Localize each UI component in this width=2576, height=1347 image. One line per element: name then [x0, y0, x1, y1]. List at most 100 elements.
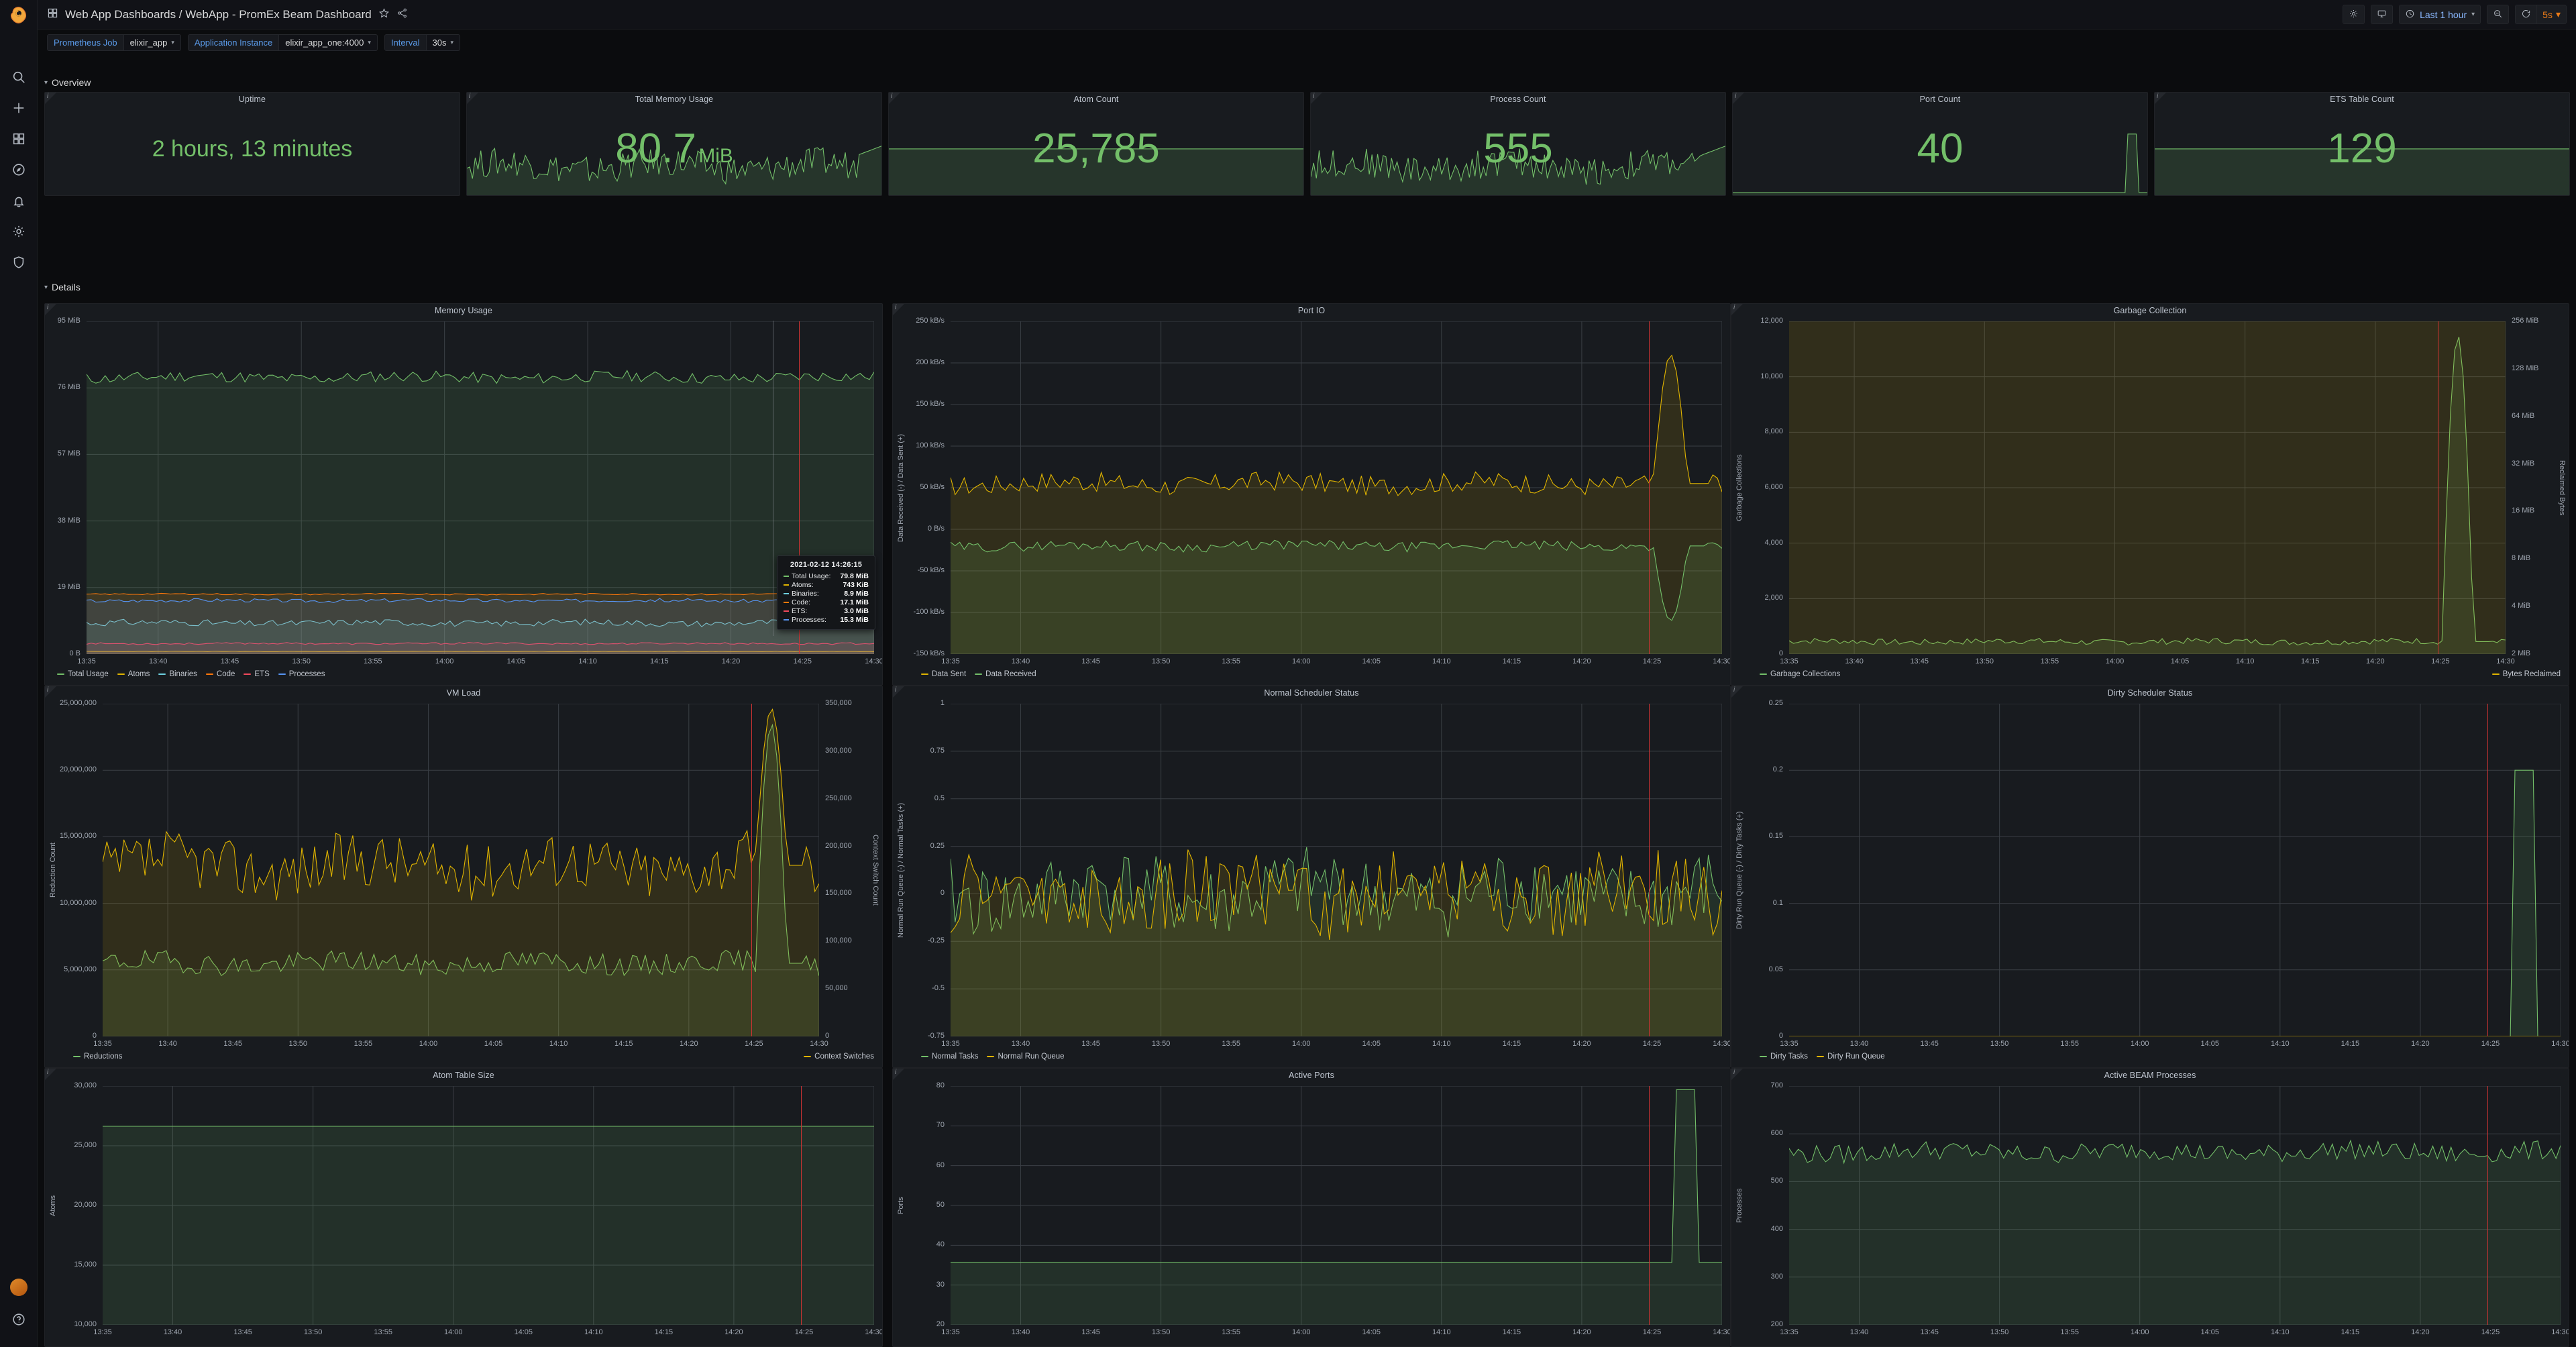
stat-panel-uptime[interactable]: i Uptime 2 hours, 13 minutes — [44, 92, 460, 196]
panel-description-icon[interactable]: i — [469, 93, 470, 100]
sidebar-item-dashboards[interactable] — [0, 125, 38, 156]
legend-item[interactable]: ETS — [244, 670, 270, 678]
plot-area[interactable]: Atoms 10,000 15,000 20,000 25,000 30,000 13:35… — [45, 1069, 882, 1346]
graph-panel-dirty-scheduler-status[interactable]: i Dirty Scheduler Status Dirty Run Queue (… — [1731, 686, 2569, 1068]
x-axis-tick: 14:05 — [514, 1328, 533, 1336]
refresh-dashboard-button[interactable] — [2515, 5, 2537, 24]
panel-title[interactable]: Process Count — [1311, 95, 1725, 104]
sidebar-item-create[interactable] — [0, 94, 38, 125]
legend-item[interactable]: Context Switches — [804, 1053, 874, 1061]
panel-description-icon[interactable]: i — [47, 686, 48, 694]
share-icon[interactable] — [396, 7, 408, 22]
time-range-picker[interactable]: Last 1 hour ▾ — [2399, 5, 2481, 24]
panel-description-icon[interactable]: i — [47, 93, 48, 100]
panel-description-icon[interactable]: i — [1313, 93, 1314, 100]
panel-title[interactable]: Atom Count — [889, 95, 1303, 104]
grafana-logo[interactable] — [0, 0, 38, 30]
panel-description-icon[interactable]: i — [1733, 304, 1735, 311]
legend-item[interactable]: Data Received — [975, 670, 1036, 678]
sidebar-item-search[interactable] — [0, 63, 38, 94]
row-header-overview[interactable]: ▾ Overview — [44, 75, 91, 90]
x-axis-tick: 14:30 — [865, 1328, 883, 1336]
legend-item[interactable]: Garbage Collections — [1760, 670, 1840, 678]
legend-item[interactable]: Bytes Reclaimed — [2491, 670, 2561, 678]
graph-panel-active-beam-processes[interactable]: i Active BEAM Processes Processes 200 300 400… — [1731, 1068, 2569, 1347]
sidebar-item-alerting[interactable] — [0, 186, 38, 217]
plot-area[interactable]: Dirty Run Queue (-) / Dirty Tasks (+) 0 0.… — [1731, 686, 2569, 1067]
panel-description-icon[interactable]: i — [1735, 93, 1736, 100]
x-axis-tick: 14:00 — [2105, 657, 2125, 665]
panel-description-icon[interactable]: i — [2157, 93, 2158, 100]
y-axis-tick: 95 MiB — [57, 317, 80, 325]
plot-area[interactable]: 0 B 19 MiB 38 MiB 57 MiB 76 MiB 95 MiB 13:35 13… — [45, 304, 882, 685]
graph-panel-garbage-collection[interactable]: i Garbage Collection Garbage Collections Re… — [1731, 303, 2569, 686]
plot-area[interactable]: Normal Run Queue (-) / Normal Tasks (+) -… — [893, 686, 1730, 1067]
panel-description-icon[interactable]: i — [895, 686, 896, 694]
panel-description-icon[interactable]: i — [47, 1069, 48, 1076]
legend-item[interactable]: Data Sent — [921, 670, 966, 678]
panel-description-icon[interactable]: i — [47, 304, 48, 311]
graph-panel-memory-usage[interactable]: i Memory Usage 0 B 19 MiB 38 MiB 57 MiB 76 MiB… — [44, 303, 883, 686]
legend-item[interactable]: Dirty Run Queue — [1817, 1053, 1885, 1061]
y-axis-tick: 19 MiB — [57, 582, 80, 591]
legend-item[interactable]: Normal Run Queue — [987, 1053, 1065, 1061]
graph-panel-normal-scheduler-status[interactable]: i Normal Scheduler Status Normal Run Queue… — [892, 686, 1731, 1068]
panel-description-icon[interactable]: i — [895, 304, 896, 311]
stat-panel-total-memory-usage[interactable]: i Total Memory Usage 80.7 MiB — [466, 92, 882, 196]
legend: Bytes Reclaimed — [2491, 670, 2561, 678]
page-title[interactable]: Web App Dashboards / WebApp - PromEx Bea… — [65, 8, 372, 21]
variable-value-dropdown[interactable]: elixir_app_one:4000 ▾ — [279, 34, 378, 51]
sidebar-item-configuration[interactable] — [0, 217, 38, 248]
y-axis-tick: 700 — [1770, 1081, 1783, 1089]
refresh-interval-picker[interactable]: 5s ▾ — [2536, 5, 2567, 24]
legend-item[interactable]: Atoms — [117, 670, 150, 678]
tooltip-series-value: 743 KiB — [843, 580, 869, 589]
plot-area[interactable]: Processes 200 300 400 500 600 700 13:35 13:40 13:… — [1731, 1069, 2569, 1346]
legend-item[interactable]: Binaries — [158, 670, 197, 678]
graph-panel-port-io[interactable]: i Port IO Data Received (-) / Data Sent (+… — [892, 303, 1731, 686]
stat-panel-port-count[interactable]: i Port Count 40 — [1732, 92, 2148, 196]
panel-title[interactable]: Port Count — [1733, 95, 2147, 104]
legend-item[interactable]: Dirty Tasks — [1760, 1053, 1808, 1061]
kiosk-mode-button[interactable] — [2371, 5, 2394, 24]
plot-area[interactable]: Reduction Count Context Switch Count 0 5,00… — [45, 686, 882, 1067]
y-axis-tick: 0.25 — [1768, 699, 1783, 707]
sidebar-item-help[interactable] — [0, 1305, 38, 1336]
variable-value-dropdown[interactable]: elixir_app ▾ — [123, 34, 181, 51]
variable-label: Prometheus Job — [47, 34, 124, 51]
legend-item[interactable]: Total Usage — [57, 670, 109, 678]
legend-item[interactable]: Code — [205, 670, 235, 678]
plot-area[interactable]: Ports 20 30 40 50 60 70 80 13:35 13:40 13:45 13:50 1… — [893, 1069, 1730, 1346]
sidebar-item-explore[interactable] — [0, 156, 38, 186]
stat-panel-process-count[interactable]: i Process Count 555 — [1310, 92, 1726, 196]
panel-description-icon[interactable]: i — [895, 1069, 896, 1076]
tooltip-row: Processes: 15.3 MiB — [784, 615, 869, 624]
panel-title[interactable]: Total Memory Usage — [467, 95, 881, 104]
panel-description-icon[interactable]: i — [891, 93, 892, 100]
stat-panel-atom-count[interactable]: i Atom Count 25,785 — [888, 92, 1304, 196]
panel-title[interactable]: ETS Table Count — [2155, 95, 2569, 104]
legend-item[interactable]: Normal Tasks — [921, 1053, 978, 1061]
panel-description-icon[interactable]: i — [1733, 686, 1735, 694]
row-header-details[interactable]: ▾ Details — [44, 280, 80, 294]
graph-panel-active-ports[interactable]: i Active Ports Ports 20 30 40 50 60 70 80 13:35 13:… — [892, 1068, 1731, 1347]
legend-item[interactable]: Processes — [278, 670, 325, 678]
variable-value-dropdown[interactable]: 30s ▾ — [426, 34, 460, 51]
zoom-out-time-range-button[interactable] — [2487, 5, 2510, 24]
legend-item[interactable]: Reductions — [73, 1053, 123, 1061]
plot-area[interactable]: Garbage Collections Reclaimed Bytes 0 2,000… — [1731, 304, 2569, 685]
sidebar-item-server-admin[interactable] — [0, 248, 38, 279]
stat-panel-ets-table-count[interactable]: i ETS Table Count 129 — [2154, 92, 2570, 196]
avatar[interactable] — [9, 1279, 28, 1296]
graph-panel-vm-load[interactable]: i VM Load Reduction Count Context Switch Co… — [44, 686, 883, 1068]
panel-title[interactable]: Uptime — [45, 95, 460, 104]
x-axis-tick: 13:50 — [1990, 1328, 2009, 1336]
plot-area[interactable]: Data Received (-) / Data Sent (+) -150 kB… — [893, 304, 1730, 685]
panel-description-icon[interactable]: i — [1733, 1069, 1735, 1076]
dashboard-settings-button[interactable] — [2343, 5, 2365, 24]
star-icon[interactable] — [378, 7, 390, 22]
x-axis-tick: 14:25 — [794, 1328, 814, 1336]
y2-axis-tick: 2 MiB — [2512, 649, 2531, 657]
graph-panel-atom-table-size[interactable]: i Atom Table Size Atoms 10,000 15,000 20,000 2… — [44, 1068, 883, 1347]
legend-label: Normal Tasks — [932, 1053, 979, 1061]
